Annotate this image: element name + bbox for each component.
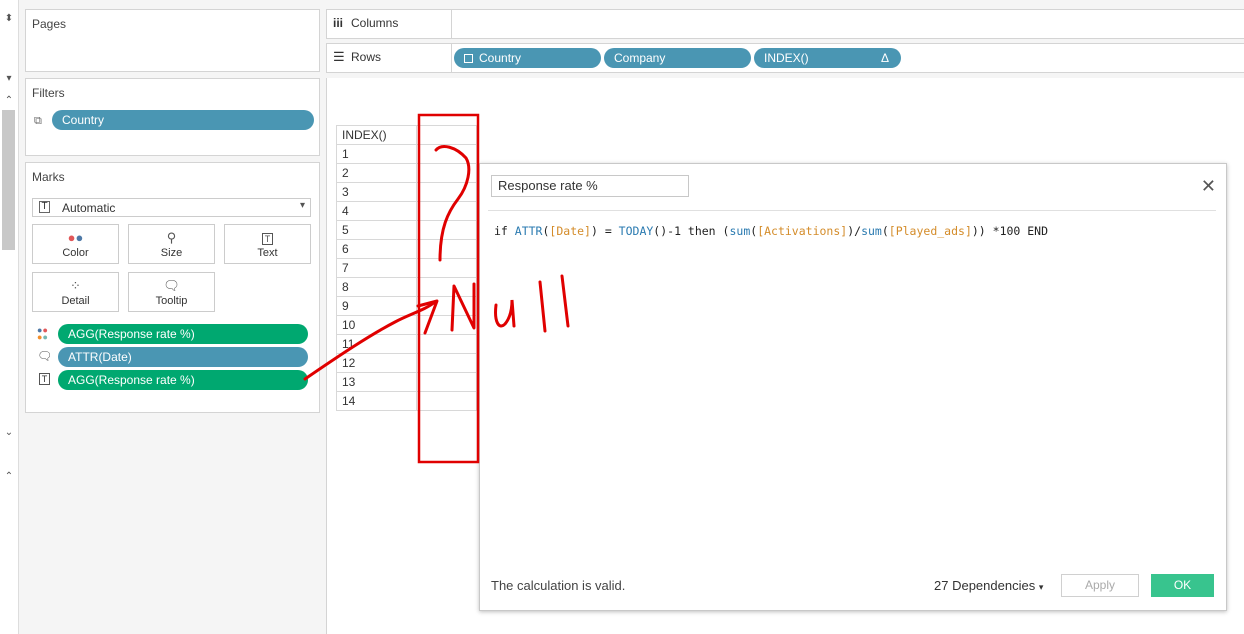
null-letter-n [450, 282, 476, 332]
annotation-overlay [303, 113, 570, 464]
null-letter-l2 [560, 274, 570, 328]
question-mark-drawing [434, 145, 471, 262]
arrow-line [303, 300, 437, 381]
null-letter-u [494, 299, 516, 328]
null-letter-l1 [538, 280, 547, 333]
